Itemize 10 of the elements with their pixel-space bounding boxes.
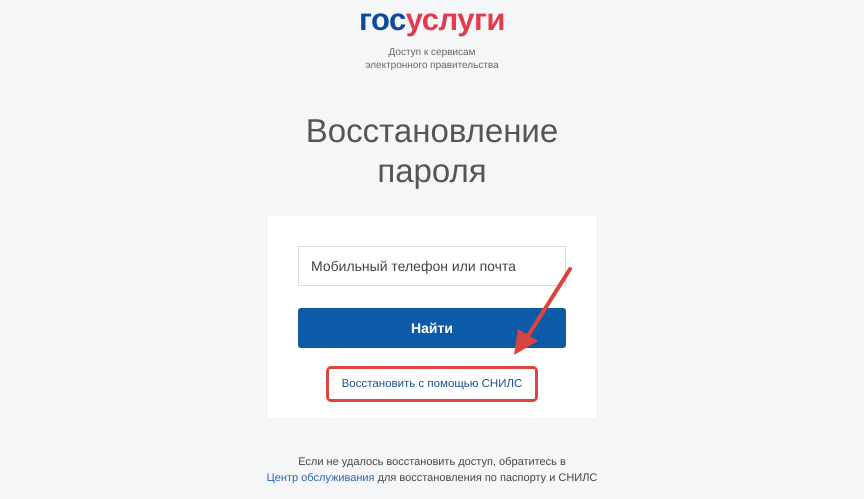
restore-link[interactable]: Восстановить с помощью СНИЛС [326, 366, 538, 402]
phone-or-email-field[interactable]: Мобильный телефон или почта [298, 246, 566, 286]
page-title: пароля [376, 151, 488, 191]
logo: госуслуги [359, 2, 505, 38]
find-button[interactable]: Найти [298, 308, 566, 348]
tagline: Доступ к сервисам [388, 46, 476, 59]
tagline: электронного правительства [365, 59, 499, 72]
page-title: Восстановление [306, 111, 558, 151]
service-center-link[interactable]: Центр обслуживания [266, 472, 375, 484]
help-text: Если не удалось восстановить доступ, обратитесь в Центр обслуживания для восстановления по паспорту и СНИЛС [266, 455, 598, 486]
